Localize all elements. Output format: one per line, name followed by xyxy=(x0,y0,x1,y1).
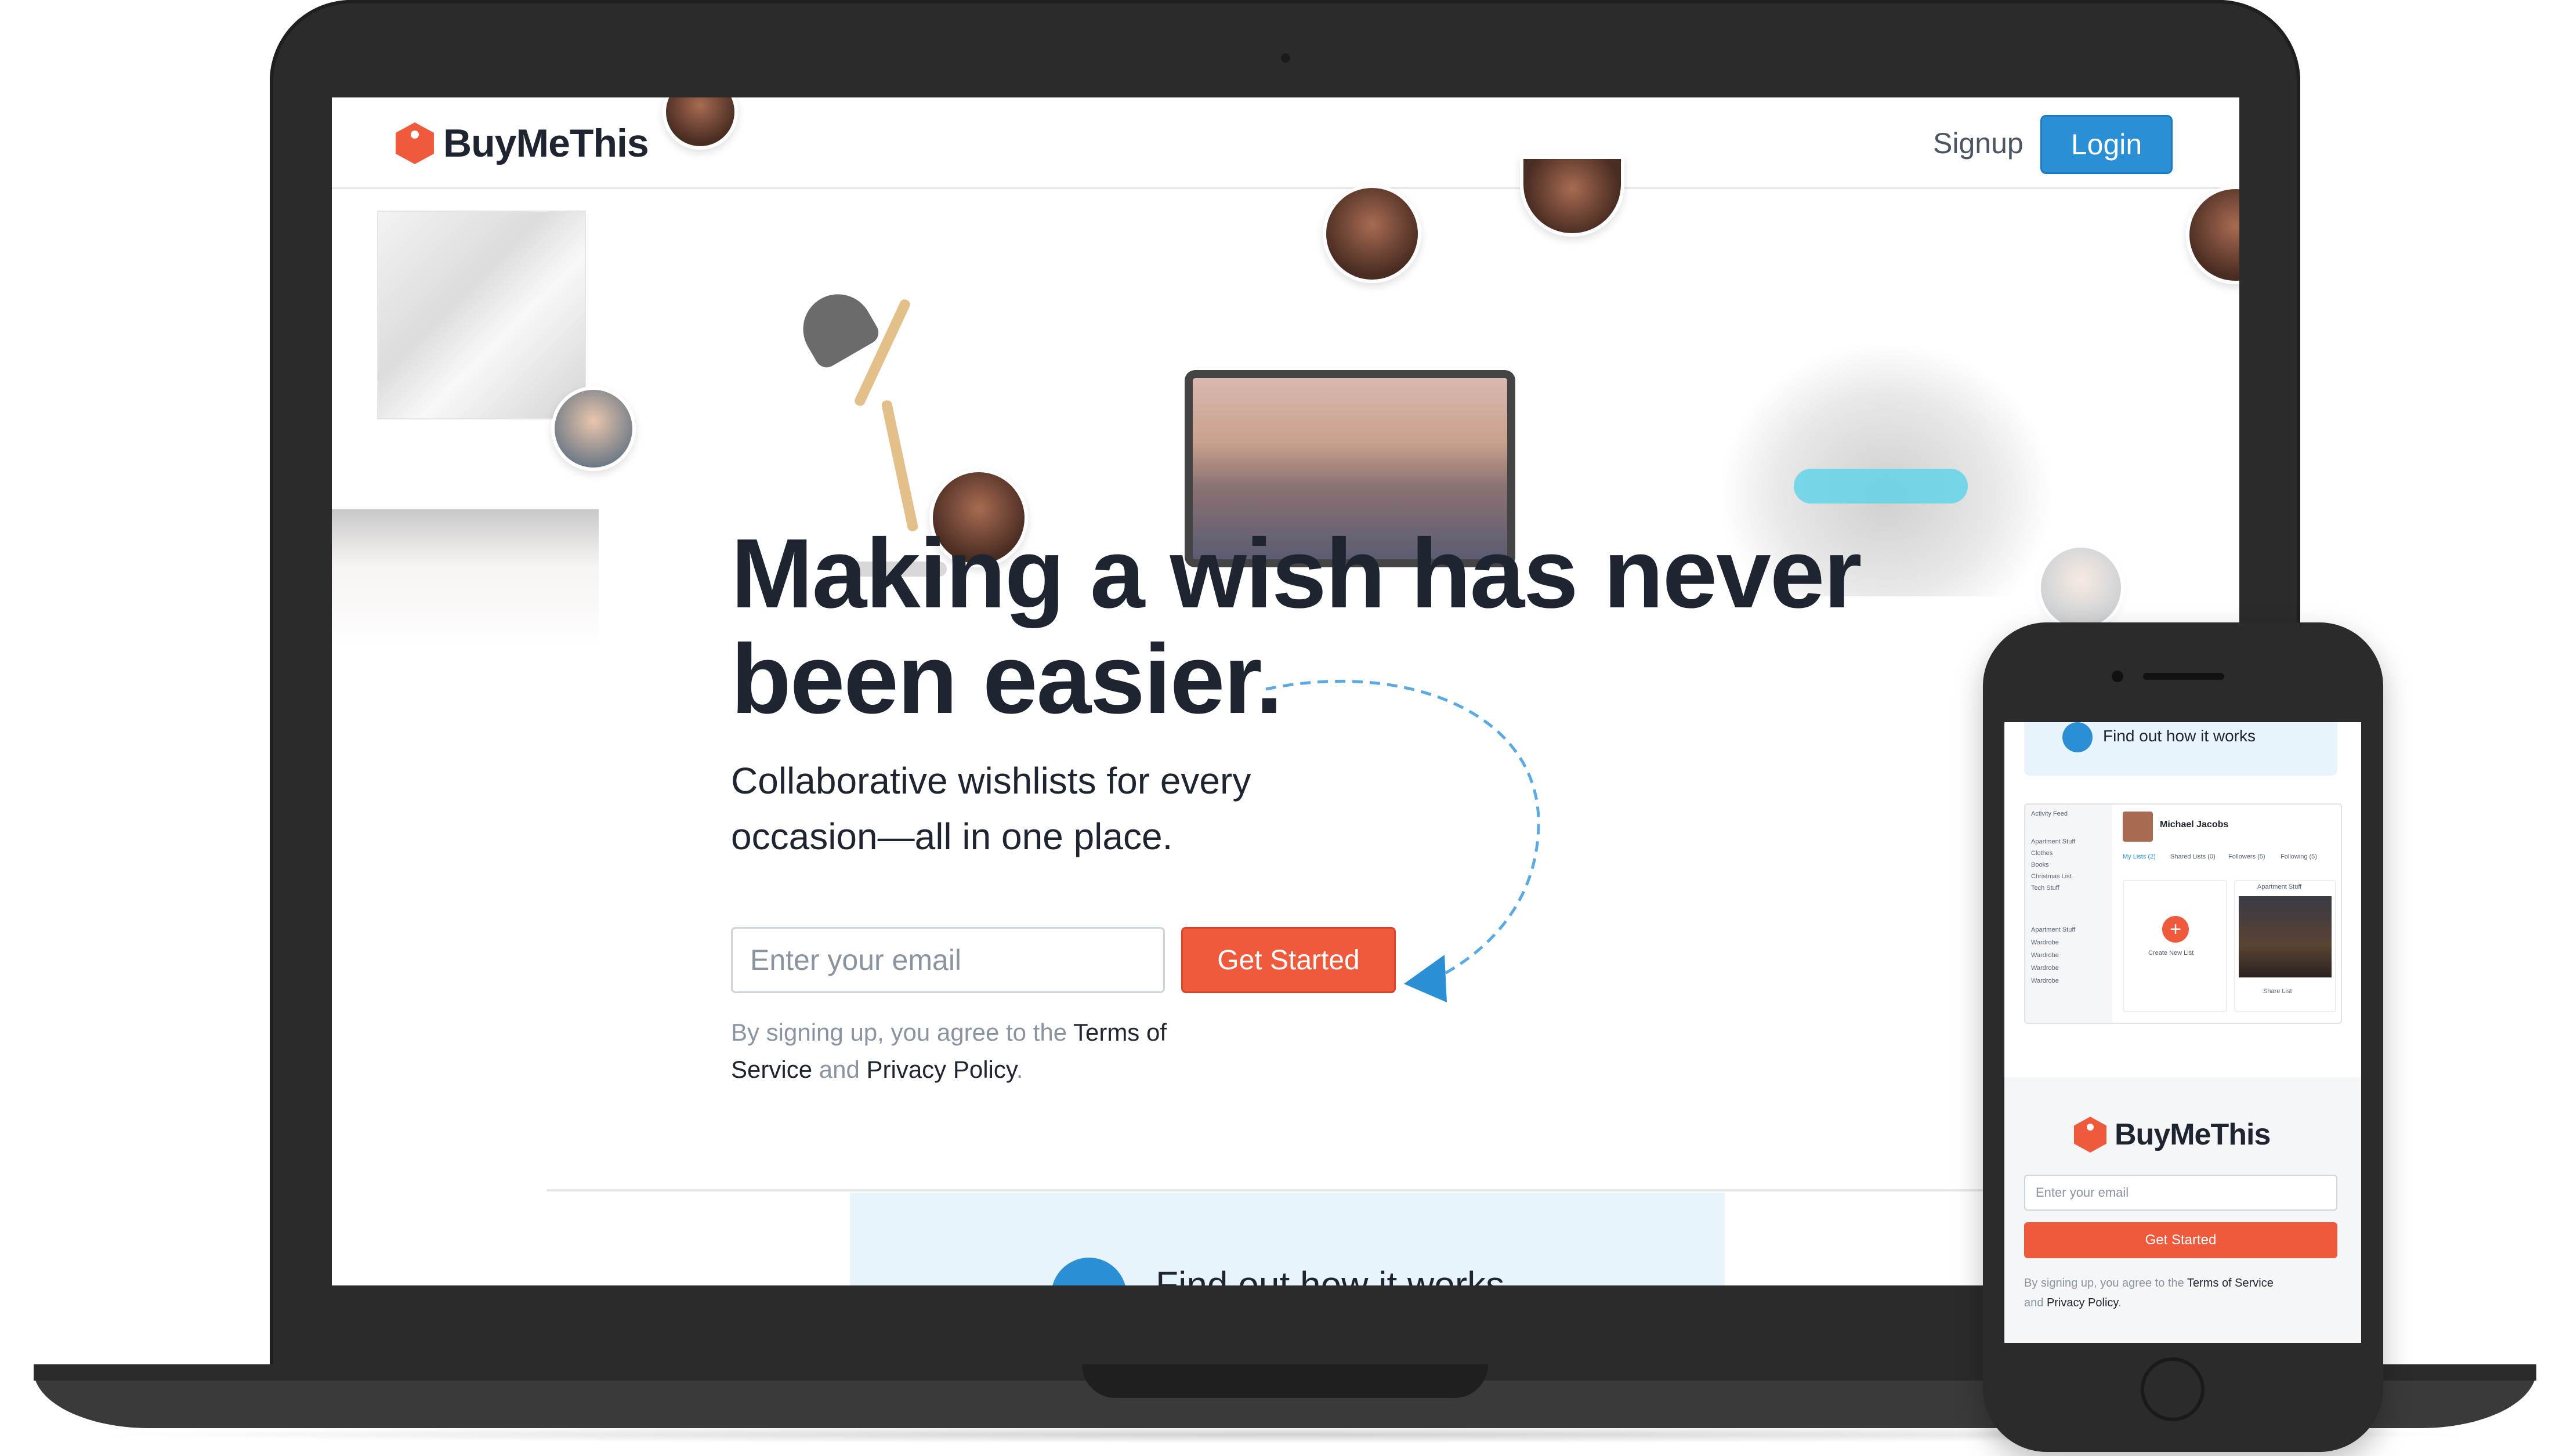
product-laptop-image xyxy=(332,509,599,649)
logo-hexagon-icon xyxy=(396,122,434,164)
phone-camera xyxy=(2112,671,2123,682)
phone-email-input[interactable] xyxy=(2024,1175,2337,1211)
phone-get-started-button[interactable]: Get Started xyxy=(2024,1222,2337,1258)
video-label[interactable]: Find out how it works xyxy=(1156,1263,1504,1285)
app-user-name: Michael Jacobs xyxy=(2160,820,2229,830)
dashed-arrow-icon xyxy=(1265,679,1540,1002)
phone-home-button xyxy=(2141,1357,2205,1421)
terms-suffix: . xyxy=(1016,1056,1023,1083)
terms-middle: and xyxy=(2024,1296,2047,1309)
phone-brand-name: BuyMeThis xyxy=(2115,1118,2271,1151)
brand-logo[interactable]: BuyMeThis xyxy=(396,121,649,166)
privacy-policy-link[interactable]: Privacy Policy xyxy=(2047,1296,2118,1309)
signup-link[interactable]: Signup xyxy=(1933,126,2024,160)
app-sidebar-item: Apartment Stuff xyxy=(2031,926,2076,933)
laptop-notch xyxy=(1082,1364,1488,1398)
phone-brand-logo: BuyMeThis xyxy=(2074,1117,2271,1153)
app-sidebar-item: Clothes xyxy=(2031,850,2053,857)
avatar xyxy=(2037,544,2124,631)
phone-video-label[interactable]: Find out how it works xyxy=(2103,727,2256,745)
app-tab: Following (5) xyxy=(2281,853,2317,860)
avatar xyxy=(1520,155,1624,237)
app-preview-screenshot: Activity Feed Apartment Stuff Clothes Bo… xyxy=(2024,803,2342,1024)
terms-middle: and xyxy=(812,1056,867,1083)
phone-play-icon[interactable] xyxy=(2062,722,2093,752)
phone-screen: Find out how it works Activity Feed Apar… xyxy=(2004,722,2361,1343)
app-tab: Followers (5) xyxy=(2228,853,2265,860)
app-sidebar-item: Wardrobe xyxy=(2031,965,2059,972)
app-sidebar-item: Wardrobe xyxy=(2031,977,2059,984)
terms-suffix: . xyxy=(2117,1296,2122,1309)
laptop-screen: BuyMeThis Signup Login Making a wish has… xyxy=(332,97,2239,1285)
phone-terms-notice: By signing up, you agree to the Terms of… xyxy=(2024,1273,2279,1313)
app-share-label: Share List xyxy=(2263,988,2292,995)
app-new-list-card xyxy=(2123,880,2227,1012)
privacy-policy-link[interactable]: Privacy Policy xyxy=(866,1056,1016,1083)
app-sidebar-item: Christmas List xyxy=(2031,873,2072,880)
avatar xyxy=(551,386,636,471)
laptop-camera xyxy=(1281,53,1290,63)
app-sidebar-item: Wardrobe xyxy=(2031,939,2059,946)
app-sidebar-item: Books xyxy=(2031,861,2049,868)
app-sidebar-item: Tech Stuff xyxy=(2031,885,2059,892)
app-sidebar-item: Apartment Stuff xyxy=(2031,838,2076,845)
login-button[interactable]: Login xyxy=(2040,115,2173,174)
app-sidebar-item: Activity Feed xyxy=(2031,810,2068,817)
plus-icon: + xyxy=(2162,916,2189,943)
app-tab: Shared Lists (0) xyxy=(2170,853,2216,860)
brand-name: BuyMeThis xyxy=(443,121,649,165)
navbar: BuyMeThis Signup Login xyxy=(332,97,2239,189)
terms-of-service-link[interactable]: Terms of Service xyxy=(2187,1277,2274,1290)
product-wall-panel-image xyxy=(377,211,586,419)
email-input[interactable] xyxy=(731,927,1165,993)
app-preview-sidebar: Activity Feed Apartment Stuff Clothes Bo… xyxy=(2025,805,2112,1023)
avatar xyxy=(2186,186,2239,284)
terms-prefix: By signing up, you agree to the xyxy=(2024,1277,2187,1290)
app-list-card-title: Apartment Stuff xyxy=(2257,883,2302,890)
terms-notice: By signing up, you agree to the Terms of… xyxy=(731,1014,1172,1088)
terms-prefix: By signing up, you agree to the xyxy=(731,1019,1073,1046)
logo-hexagon-icon xyxy=(2074,1117,2106,1153)
app-new-list-label: Create New List xyxy=(2148,950,2194,957)
app-tab: My Lists (2) xyxy=(2123,853,2156,860)
app-sidebar-item: Wardrobe xyxy=(2031,952,2059,959)
avatar xyxy=(1323,184,1421,283)
phone-speaker xyxy=(2143,673,2224,680)
tent-light-band xyxy=(1794,469,1968,504)
app-user-avatar xyxy=(2123,812,2153,842)
app-list-card-image xyxy=(2239,896,2332,977)
